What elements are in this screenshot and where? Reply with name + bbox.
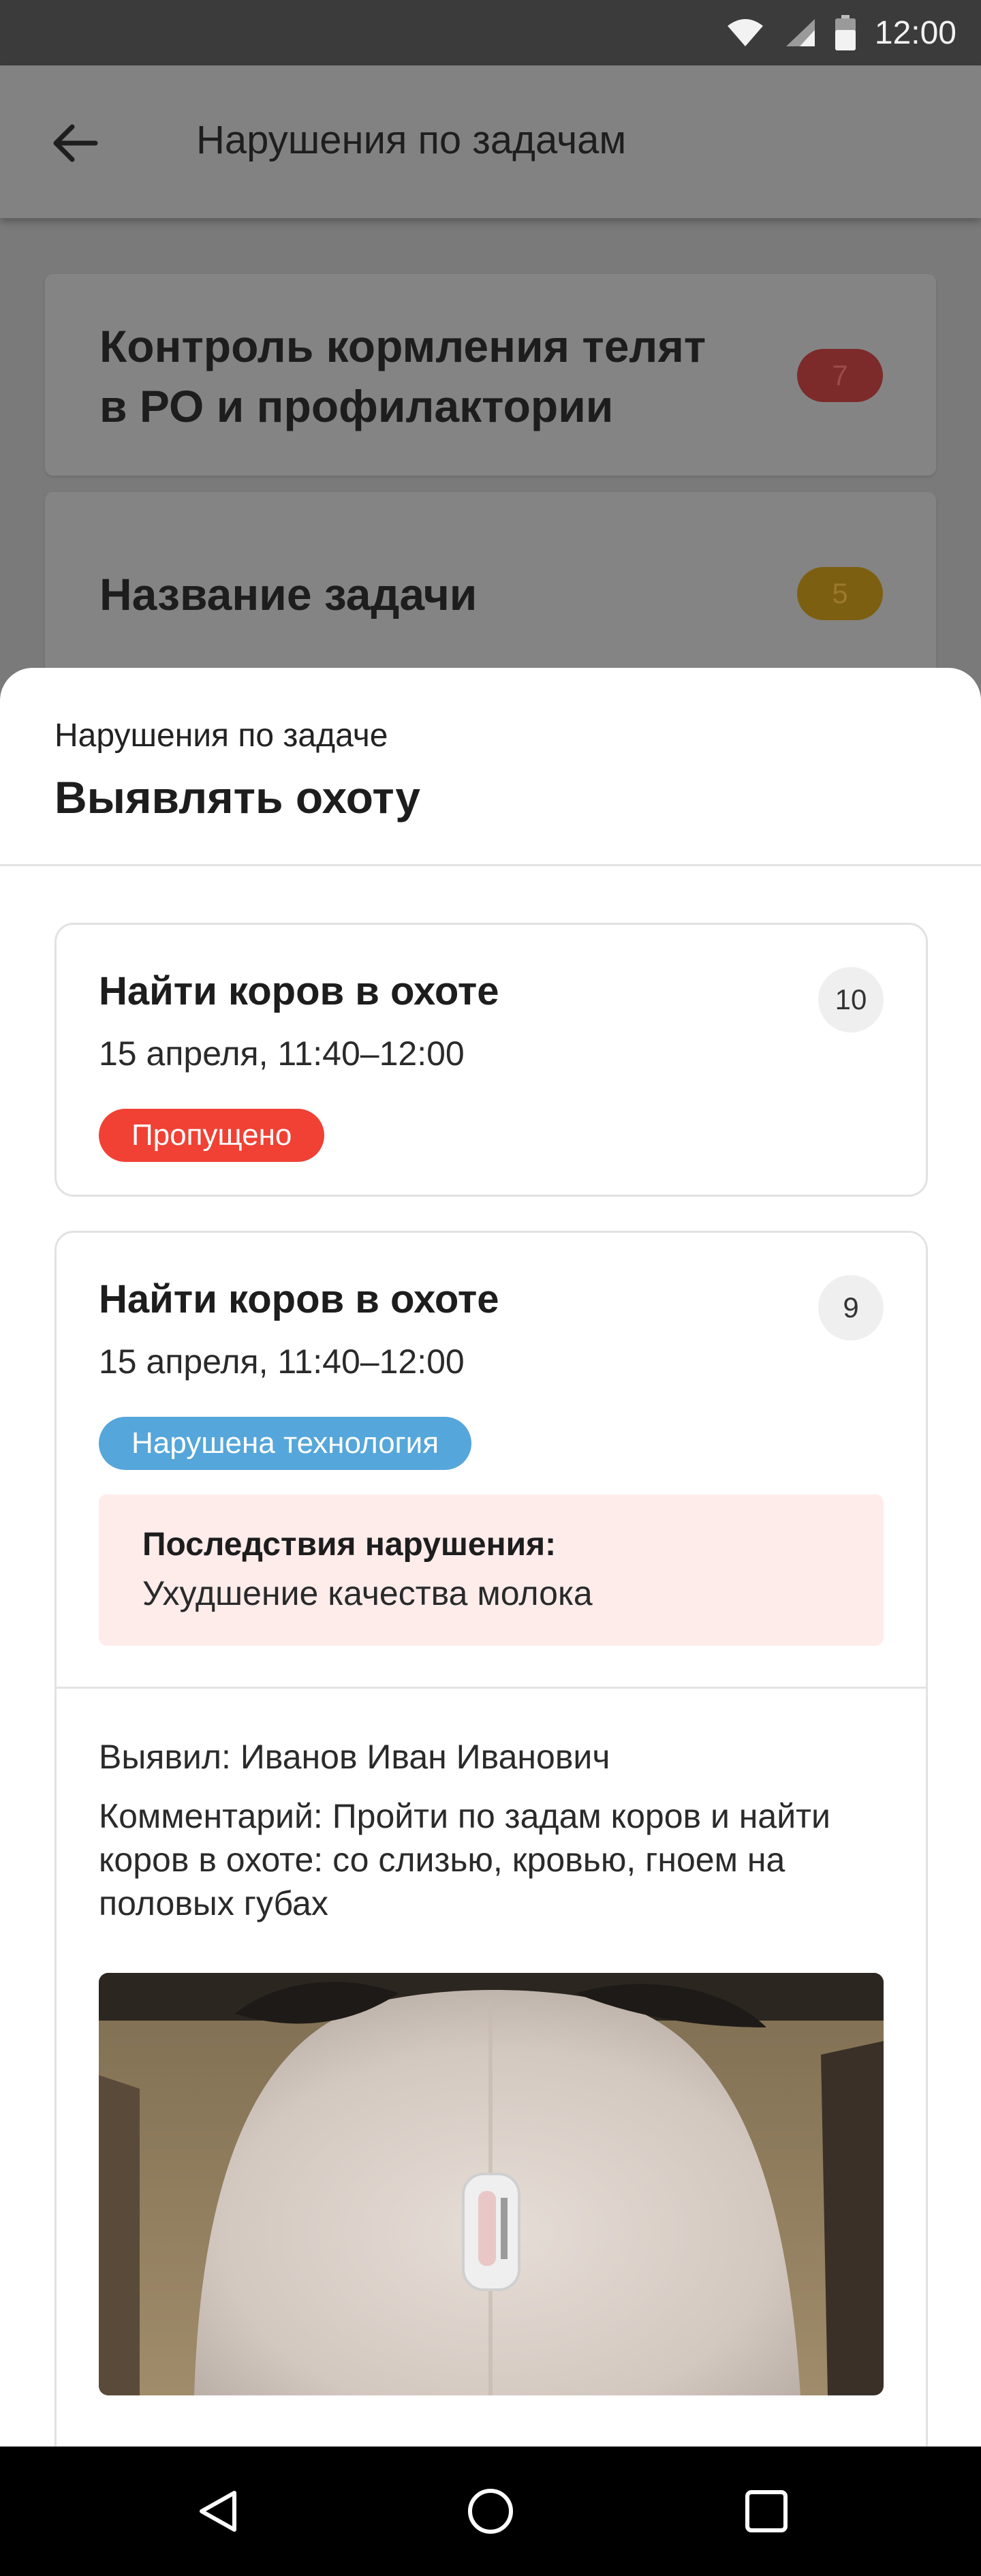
violation-count-badge: 7 (797, 349, 883, 402)
violation-count-badge: 5 (797, 567, 883, 620)
sheet-subtitle: Нарушения по задаче (54, 718, 388, 754)
status-badge: Пропущено (99, 1109, 325, 1162)
back-button[interactable] (48, 116, 102, 170)
battery-icon (835, 15, 856, 50)
task-name: Контроль кормления телят в РО и профилак… (99, 316, 706, 436)
consequence-label: Последствия нарушения: (142, 1527, 557, 1563)
violation-number-badge: 9 (818, 1275, 884, 1340)
task-name-line: в РО и профилактории (99, 381, 614, 431)
violation-date: 15 апреля, 11:40–12:00 (99, 1343, 465, 1381)
violation-title: Найти коров в охоте (99, 969, 499, 1013)
triangle-back-icon (200, 2491, 236, 2532)
consequence-text: Ухудшение качества молока (142, 1574, 593, 1612)
nav-back-button[interactable] (154, 2447, 283, 2576)
app-bar: Нарушения по задачам (0, 65, 981, 218)
task-card[interactable]: Контроль кормления телят в РО и профилак… (45, 274, 936, 476)
status-time: 12:00 (874, 14, 956, 51)
violation-card[interactable]: Найти коров в охоте 15 апреля, 11:40–12:… (54, 923, 928, 1197)
detected-by: Выявил: Иванов Иван Иванович (99, 1738, 610, 1776)
system-nav-bar (0, 2447, 981, 2576)
nav-recents-button[interactable] (702, 2447, 831, 2576)
cow-photo-image (99, 1973, 884, 2395)
sheet-title: Выявлять охоту (54, 772, 420, 823)
violations-bottom-sheet: Нарушения по задаче Выявлять охоту Найти… (0, 668, 981, 2447)
circle-home-icon (468, 2489, 513, 2534)
arrow-left-icon (53, 124, 98, 162)
violation-number-badge: 10 (818, 967, 884, 1032)
task-name: Название задачи (99, 569, 478, 619)
divider (0, 864, 981, 866)
task-name-line: Контроль кормления телят (99, 321, 706, 371)
divider (57, 1687, 926, 1689)
square-recents-icon (745, 2490, 788, 2532)
violation-photo[interactable] (99, 1973, 884, 2395)
consequence-box: Последствия нарушения: Ухудшение качеств… (99, 1494, 884, 1646)
wifi-icon (727, 19, 763, 46)
status-bar: 12:00 (0, 0, 981, 65)
task-card[interactable]: Название задачи 5 (45, 492, 936, 696)
status-badge: Нарушена технология (99, 1417, 472, 1470)
violation-card-expanded[interactable]: Найти коров в охоте 15 апреля, 11:40–12:… (54, 1231, 928, 2447)
violation-date: 15 апреля, 11:40–12:00 (99, 1034, 465, 1073)
nav-home-button[interactable] (426, 2447, 555, 2576)
violation-title: Найти коров в охоте (99, 1277, 499, 1321)
comment-text: Комментарий: Пройти по задам коров и най… (99, 1797, 830, 1922)
signal-icon (785, 19, 815, 46)
page-title: Нарушения по задачам (196, 118, 627, 162)
